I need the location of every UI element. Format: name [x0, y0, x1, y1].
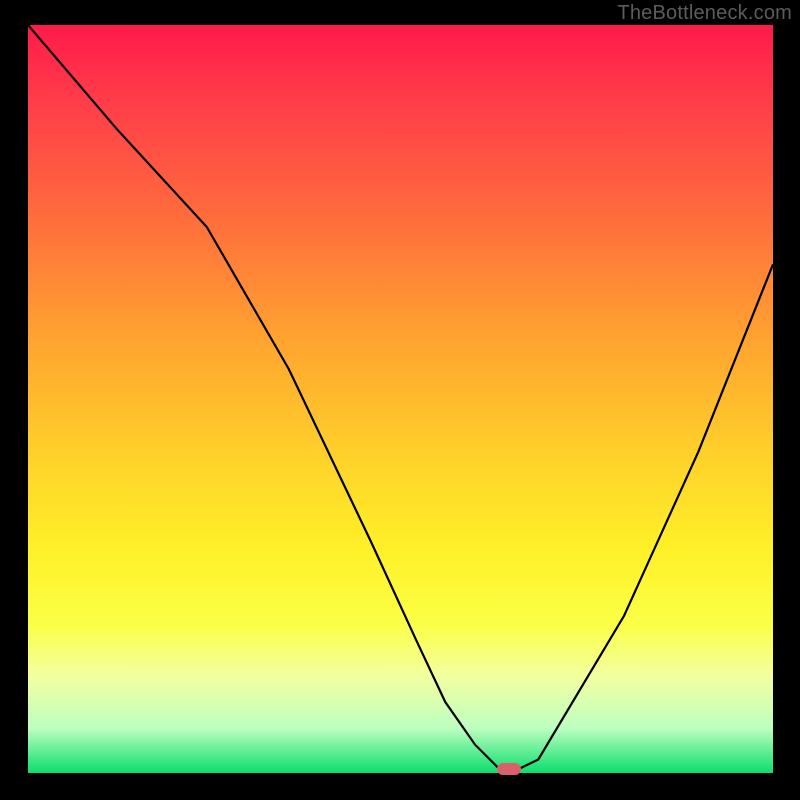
optimal-marker: [497, 763, 521, 775]
bottleneck-curve: [28, 25, 773, 769]
watermark-text: TheBottleneck.com: [617, 2, 792, 25]
curve-svg: [28, 25, 773, 773]
chart-container: TheBottleneck.com: [0, 0, 800, 800]
